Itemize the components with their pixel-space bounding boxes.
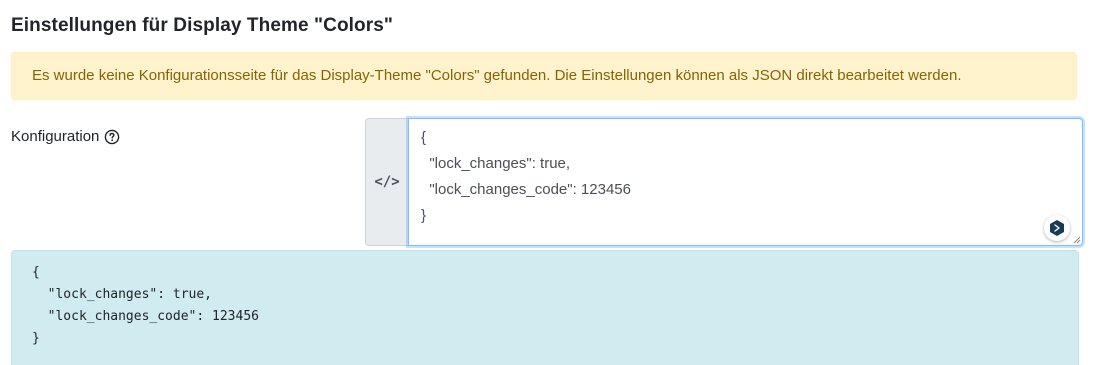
config-input-group: </> { "lock_changes": true, "lock_change… bbox=[365, 118, 1083, 246]
editor-line: } bbox=[421, 207, 427, 224]
preview-line: } bbox=[32, 331, 40, 346]
code-addon: </> bbox=[365, 118, 408, 246]
browser-extension-icon[interactable] bbox=[1044, 215, 1070, 241]
preview-line: "lock_changes_code": 123456 bbox=[32, 309, 259, 324]
config-json-editor[interactable]: { "lock_changes": true, "lock_changes_co… bbox=[408, 118, 1083, 246]
code-icon: </> bbox=[374, 174, 400, 190]
preview-line: "lock_changes": true, bbox=[32, 287, 213, 302]
config-label-row: Konfiguration bbox=[11, 128, 120, 145]
json-preview: { "lock_changes": true, "lock_changes_co… bbox=[11, 250, 1079, 365]
page-title: Einstellungen für Display Theme "Colors" bbox=[11, 15, 394, 36]
resize-handle-icon[interactable] bbox=[1073, 236, 1081, 244]
question-circle-icon[interactable] bbox=[104, 129, 120, 145]
editor-line: { bbox=[421, 129, 427, 146]
config-label: Konfiguration bbox=[11, 128, 100, 145]
warning-alert: Es wurde keine Konfigurationsseite für d… bbox=[11, 52, 1077, 100]
editor-line: "lock_changes_code": 123456 bbox=[421, 181, 631, 198]
preview-line: { bbox=[32, 265, 40, 280]
settings-panel: Einstellungen für Display Theme "Colors"… bbox=[0, 0, 1096, 365]
warning-alert-text: Es wurde keine Konfigurationsseite für d… bbox=[32, 67, 962, 84]
editor-line: "lock_changes": true, bbox=[421, 155, 571, 172]
